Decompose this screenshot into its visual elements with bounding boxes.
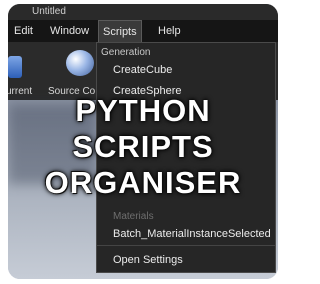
overlay-line-3: ORGANISER [44,165,242,200]
menu-item-batch-material-instance[interactable]: Batch_MaterialInstanceSelected [113,228,271,240]
overlay-line-1: PYTHON [75,93,211,128]
menu-item-open-settings[interactable]: Open Settings [113,254,183,266]
source-control-icon[interactable] [66,50,94,76]
window-title: Untitled [8,4,278,20]
menu-window[interactable]: Window [46,20,93,42]
menu-separator [97,245,275,246]
menu-bar: Edit Window Scripts Help [8,20,278,42]
menu-edit[interactable]: Edit [10,20,37,42]
generation-section-header: Generation [101,47,151,58]
menu-scripts[interactable]: Scripts [98,20,142,42]
menu-item-createcube[interactable]: CreateCube [113,64,172,76]
promo-title-overlay: PYTHON SCRIPTS ORGANISER [8,93,278,201]
menu-help[interactable]: Help [154,20,185,42]
overlay-line-2: SCRIPTS [72,129,214,164]
save-current-icon[interactable] [8,56,22,78]
materials-section-header: Materials [113,211,154,222]
